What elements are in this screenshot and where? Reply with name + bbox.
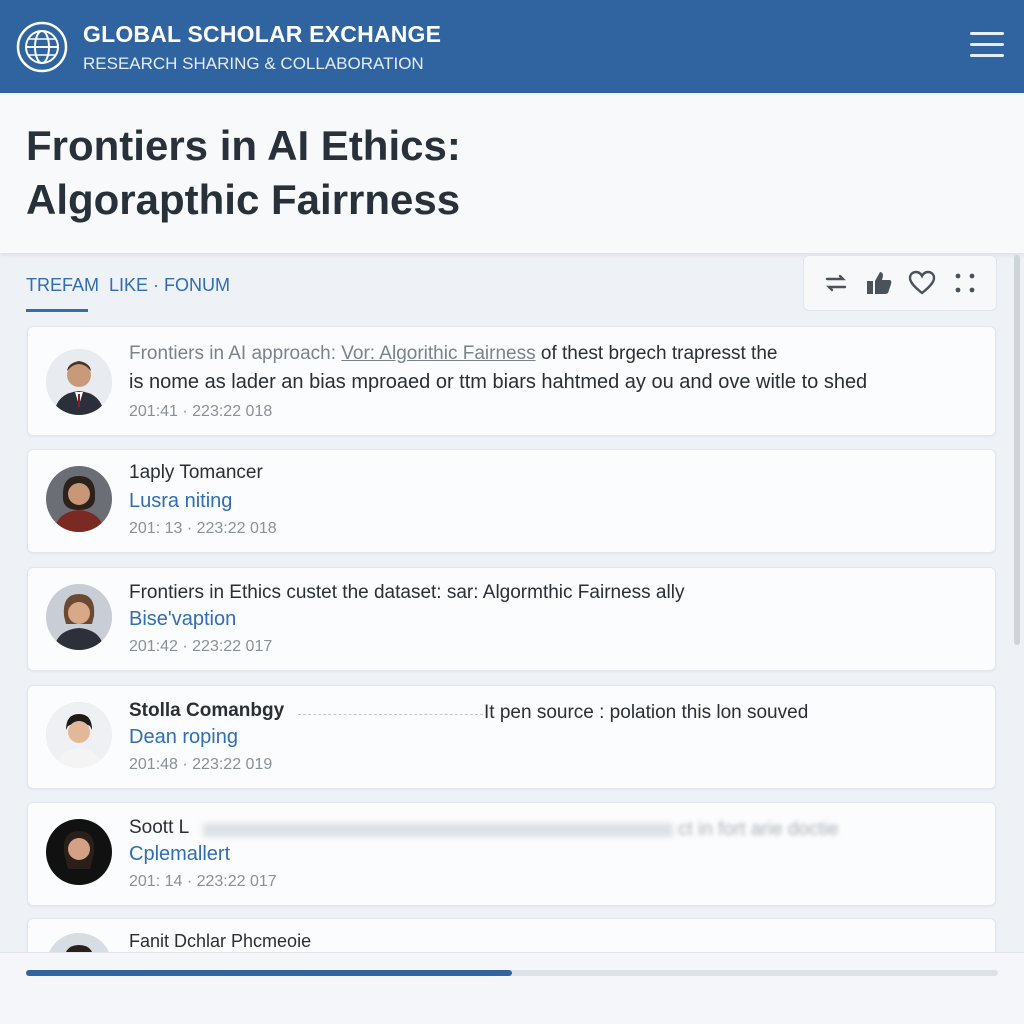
post-subtitle-link[interactable]: Lusra niting bbox=[129, 490, 232, 513]
post-body: is nome as lader an bias mproaed or ttm … bbox=[129, 371, 868, 393]
repost-icon[interactable] bbox=[821, 268, 851, 298]
avatar bbox=[46, 702, 112, 768]
page-title-line-1: Frontiers in AI Ethics: bbox=[26, 122, 461, 169]
avatar bbox=[46, 466, 112, 532]
blurred-text bbox=[203, 823, 673, 837]
divider bbox=[298, 714, 483, 715]
tab-others[interactable]: LIKE · FONUM bbox=[109, 275, 230, 295]
page-title: Frontiers in AI Ethics: Algorapthic Fair… bbox=[26, 119, 786, 227]
list-item[interactable]: Frontiers in Ethics custet the dataset: … bbox=[27, 567, 996, 671]
globe-icon[interactable] bbox=[16, 21, 68, 73]
progress-fill bbox=[26, 970, 512, 976]
top-bar: GLOBAL SCHOLAR EXCHANGE RESEARCH SHARING… bbox=[0, 0, 1024, 93]
post-text-blurred: ct in fort arie doctie bbox=[678, 819, 839, 840]
post-timestamp: 201: 13 · 223:22 018 bbox=[129, 520, 277, 537]
avatar bbox=[46, 819, 112, 885]
post-author: 1aply Tomancer bbox=[129, 462, 263, 483]
tab-bar: TREFAM LIKE · FONUM bbox=[26, 275, 230, 296]
title-section: Frontiers in AI Ethics: Algorapthic Fair… bbox=[0, 93, 1024, 253]
post-text: Frontiers in AI approach: bbox=[129, 343, 336, 364]
post-text-cont: of thest brgech trapresst the bbox=[540, 343, 778, 364]
brand-title: GLOBAL SCHOLAR EXCHANGE bbox=[83, 21, 442, 47]
post-timestamp: 201:48 · 223:22 019 bbox=[129, 756, 273, 773]
post-timestamp: 201:42 · 223:22 017 bbox=[129, 638, 273, 655]
progress-bar bbox=[26, 970, 998, 976]
action-toolbar bbox=[803, 255, 997, 311]
post-subtitle-link[interactable]: Bise'vaption bbox=[129, 608, 236, 631]
brand-subtitle: RESEARCH SHARING & COLLABORATION bbox=[83, 54, 424, 73]
more-icon[interactable] bbox=[950, 268, 980, 298]
post-link[interactable]: Vor: Algorithic Fairness bbox=[341, 343, 535, 364]
avatar bbox=[46, 349, 112, 415]
page-title-line-2: Algorapthic Fairrness bbox=[26, 176, 461, 223]
tab-active[interactable]: TREFAM bbox=[26, 275, 99, 295]
post-timestamp: 201: 14 · 223:22 017 bbox=[129, 873, 277, 890]
avatar bbox=[46, 584, 112, 650]
post-timestamp: 201:41 · 223:22 018 bbox=[129, 403, 273, 420]
hamburger-menu-icon[interactable] bbox=[970, 32, 1004, 60]
post-author: Stolla Comanbgy bbox=[129, 700, 285, 721]
post-subtitle-link[interactable]: Dean roping bbox=[129, 726, 238, 749]
post-text: Frontiers in Ethics custet the dataset: … bbox=[129, 582, 685, 603]
list-item[interactable]: Soott L ct in fort arie doctie Cplemalle… bbox=[27, 802, 996, 906]
list-item[interactable]: 1aply Tomancer Lusra niting 201: 13 · 22… bbox=[27, 449, 996, 553]
footer bbox=[0, 952, 1024, 1024]
list-item[interactable]: Stolla Comanbgy It pen source : polation… bbox=[27, 685, 996, 789]
scrollbar[interactable] bbox=[1014, 255, 1020, 645]
post-author: Soott L bbox=[129, 817, 190, 838]
post-subtitle-link[interactable]: Cplemallert bbox=[129, 843, 230, 866]
post-text: It pen source : polation this lon souved bbox=[484, 702, 809, 723]
tab-underline bbox=[26, 309, 88, 312]
brand: GLOBAL SCHOLAR EXCHANGE RESEARCH SHARING… bbox=[83, 21, 441, 74]
heart-icon[interactable] bbox=[907, 268, 937, 298]
thumbs-up-icon[interactable] bbox=[864, 268, 894, 298]
post-author: Fanit Dchlar Phcmeoie bbox=[129, 931, 312, 951]
list-item[interactable]: Frontiers in AI approach: Vor: Algorithi… bbox=[27, 326, 996, 436]
